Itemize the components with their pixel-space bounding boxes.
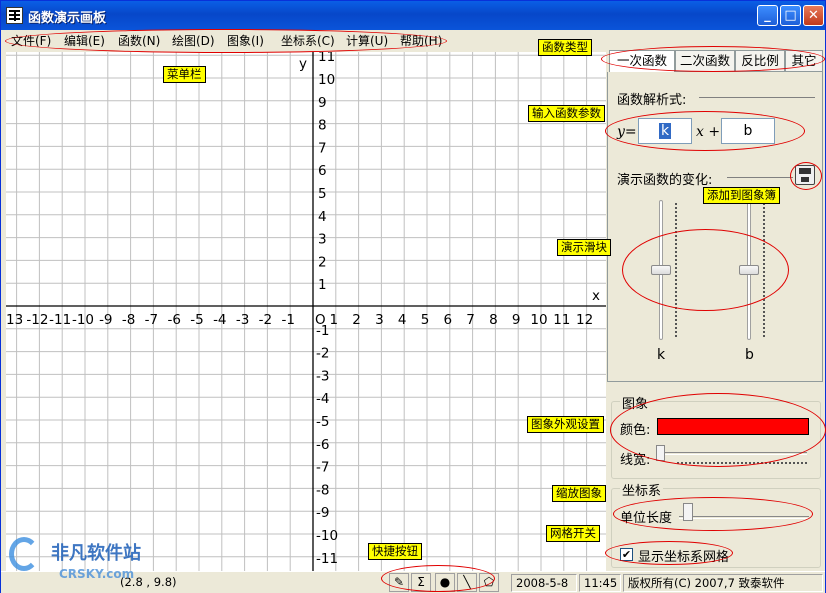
divider xyxy=(727,177,793,178)
x-tick-label: -12 xyxy=(26,312,48,328)
annotation-add-to-book: 添加到图象簿 xyxy=(703,187,780,204)
y-tick-label: -2 xyxy=(316,346,329,362)
save-highlight xyxy=(790,162,822,190)
title-bar[interactable]: 函数演示画板 _ □ ✕ xyxy=(1,1,825,30)
watermark-subtext: CRSKY.com xyxy=(59,567,135,581)
annotation-func-type: 函数类型 xyxy=(538,39,592,56)
x-tick-label: -4 xyxy=(213,312,226,328)
x-tick-label: 13 xyxy=(6,312,23,328)
inputs-highlight xyxy=(605,111,805,151)
x-tick-label: 5 xyxy=(421,312,430,328)
x-tick-label: 1 xyxy=(330,312,339,328)
graph-canvas[interactable]: 13 -12 -11 -10 -9 -8 -7 -6 -5 -4 -3 -2 -1 1 2 3 4 5 6 7 8 9 10… xyxy=(6,52,606,571)
y-tick-label: 1 xyxy=(318,277,327,293)
y-tick-label: -3 xyxy=(316,368,329,384)
y-tick-label: 7 xyxy=(318,140,327,156)
y-tick-label: -7 xyxy=(316,460,329,476)
y-tick-label: -6 xyxy=(316,437,329,453)
x-tick-label: -7 xyxy=(145,312,158,328)
x-tick-label: -1 xyxy=(281,312,294,328)
annotation-demo-slider: 演示滑块 xyxy=(557,239,611,256)
y-tick-label: -8 xyxy=(316,482,329,498)
y-tick-label: 2 xyxy=(318,254,327,270)
x-tick-label: -8 xyxy=(122,312,135,328)
divider xyxy=(699,97,815,98)
x-tick-label: 9 xyxy=(512,312,521,328)
maximize-button[interactable]: □ xyxy=(780,5,801,26)
y-tick-label: -5 xyxy=(316,414,329,430)
annotation-grid-switch: 网格开关 xyxy=(546,525,600,542)
y-tick-label: -4 xyxy=(316,391,329,407)
origin-label: O xyxy=(315,312,326,328)
x-tick-label: 3 xyxy=(375,312,384,328)
annotation-quick-buttons: 快捷按钮 xyxy=(368,543,422,560)
close-button[interactable]: ✕ xyxy=(803,5,824,26)
y-tick-label: 10 xyxy=(318,72,335,88)
x-axis-label: x xyxy=(592,288,600,304)
appearance-highlight xyxy=(610,393,826,467)
watermark-text: 非凡软件站 xyxy=(51,543,141,564)
status-time: 11:45 xyxy=(579,574,621,592)
y-tick-label: 4 xyxy=(318,209,327,225)
menubar-highlight xyxy=(5,29,447,53)
zoom-highlight xyxy=(613,497,813,531)
y-tick-label: -9 xyxy=(316,505,329,521)
app-icon xyxy=(6,7,23,24)
y-tick-label: 11 xyxy=(318,52,335,65)
x-tick-label: -3 xyxy=(236,312,249,328)
demo-label: 演示函数的变化: xyxy=(617,173,713,188)
status-copyright: 版权所有(C) 2007,7 致泰软件 xyxy=(623,574,823,592)
x-tick-label: -2 xyxy=(259,312,272,328)
x-tick-label: -6 xyxy=(167,312,180,328)
x-tick-label: 6 xyxy=(444,312,453,328)
expr-label: 函数解析式: xyxy=(617,93,687,108)
y-tick-label: 6 xyxy=(318,163,327,179)
grid-switch-highlight xyxy=(605,541,733,565)
watermark-logo xyxy=(9,537,39,571)
status-date: 2008-5-8 xyxy=(511,574,577,592)
x-tick-label: 12 xyxy=(576,312,593,328)
y-axis-label: y xyxy=(299,56,307,72)
y-tick-label: 3 xyxy=(318,232,327,248)
x-tick-label: 2 xyxy=(352,312,361,328)
x-tick-label: -9 xyxy=(99,312,112,328)
y-tick-label: 5 xyxy=(318,186,327,202)
minimize-button[interactable]: _ xyxy=(757,5,778,26)
quick-buttons-highlight xyxy=(381,565,495,592)
x-tick-label: 4 xyxy=(398,312,407,328)
y-tick-label: 8 xyxy=(318,118,327,134)
slider-highlight xyxy=(622,229,789,311)
tabs-highlight xyxy=(601,46,825,72)
x-tick-label: -10 xyxy=(72,312,94,328)
y-tick-label: 9 xyxy=(318,95,327,111)
x-tick-label: -11 xyxy=(49,312,71,328)
b-slider-label: b xyxy=(745,347,754,363)
x-tick-label: 8 xyxy=(489,312,498,328)
coordinate-grid: 13 -12 -11 -10 -9 -8 -7 -6 -5 -4 -3 -2 -1 1 2 3 4 5 6 7 8 9 10… xyxy=(6,52,606,571)
app-window: 函数演示画板 _ □ ✕ 文件(F) 编辑(E) 函数(N) 绘图(D) 图象(… xyxy=(0,0,826,593)
site-watermark: 非凡软件站 CRSKY.com xyxy=(3,531,173,593)
y-tick-label: -11 xyxy=(316,551,338,567)
x-tick-label: 11 xyxy=(553,312,570,328)
annotation-zoom: 缩放图象 xyxy=(552,485,606,502)
y-tick-label: -10 xyxy=(316,528,338,544)
x-tick-label: -5 xyxy=(190,312,203,328)
annotation-menubar: 菜单栏 xyxy=(163,66,206,83)
annotation-input-params: 输入函数参数 xyxy=(528,105,605,122)
coord-group-title: 坐标系 xyxy=(620,480,664,499)
window-title: 函数演示画板 xyxy=(28,11,107,26)
k-slider-label: k xyxy=(657,347,666,363)
annotation-appearance: 图象外观设置 xyxy=(527,416,604,433)
x-tick-label: 7 xyxy=(466,312,475,328)
x-tick-label: 10 xyxy=(530,312,547,328)
